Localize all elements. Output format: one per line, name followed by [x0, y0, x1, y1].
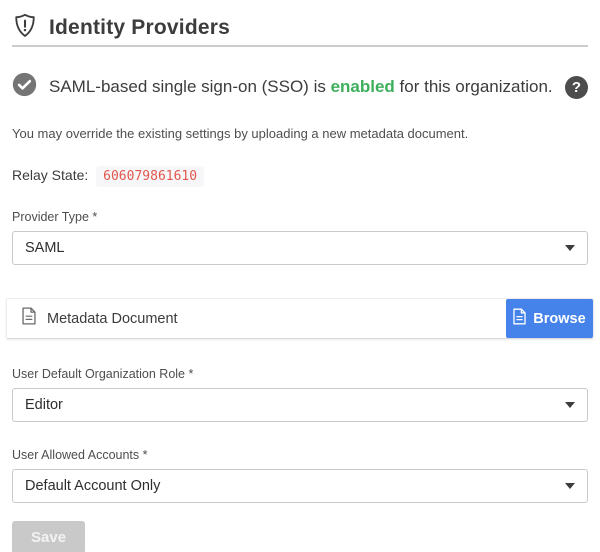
page-header: Identity Providers	[12, 0, 588, 45]
default-org-role-select-wrap: Editor	[12, 388, 588, 422]
default-org-role-field: User Default Organization Role * Editor	[12, 367, 588, 422]
help-icon[interactable]: ?	[565, 76, 588, 99]
metadata-document-row: Metadata Document Browse	[6, 298, 594, 339]
header-divider	[12, 45, 588, 47]
identity-providers-page: Identity Providers SAML-based single sig…	[0, 0, 600, 552]
provider-type-select-wrap: SAML	[12, 231, 588, 265]
metadata-document-placeholder: Metadata Document	[47, 311, 178, 327]
metadata-document-file-input[interactable]: Metadata Document	[7, 299, 506, 338]
provider-type-field: Provider Type * SAML	[12, 210, 588, 265]
save-button[interactable]: Save	[12, 521, 85, 552]
relay-state-value: 606079861610	[96, 166, 204, 187]
sso-status-row: SAML-based single sign-on (SSO) is enabl…	[12, 72, 588, 102]
allowed-accounts-select-wrap: Default Account Only	[12, 469, 588, 503]
browse-button[interactable]: Browse	[506, 299, 593, 338]
allowed-accounts-select[interactable]: Default Account Only	[12, 469, 588, 503]
allowed-accounts-field: User Allowed Accounts * Default Account …	[12, 448, 588, 503]
override-description: You may override the existing settings b…	[12, 126, 588, 141]
sso-status-text: SAML-based single sign-on (SSO) is enabl…	[49, 77, 553, 97]
relay-state-label: Relay State:	[12, 167, 88, 183]
shield-exclamation-icon	[12, 12, 38, 44]
default-org-role-select[interactable]: Editor	[12, 388, 588, 422]
check-circle-icon	[12, 72, 37, 102]
allowed-accounts-label: User Allowed Accounts *	[12, 448, 588, 462]
browse-button-label: Browse	[533, 311, 585, 327]
status-enabled-highlight: enabled	[331, 77, 395, 96]
provider-type-select[interactable]: SAML	[12, 231, 588, 265]
provider-type-label: Provider Type *	[12, 210, 588, 224]
status-prefix: SAML-based single sign-on (SSO) is	[49, 77, 331, 96]
status-suffix: for this organization.	[395, 77, 553, 96]
document-icon	[22, 307, 36, 330]
page-title: Identity Providers	[49, 16, 230, 40]
document-icon	[513, 308, 526, 329]
default-org-role-label: User Default Organization Role *	[12, 367, 588, 381]
relay-state-row: Relay State: 606079861610	[12, 167, 588, 184]
